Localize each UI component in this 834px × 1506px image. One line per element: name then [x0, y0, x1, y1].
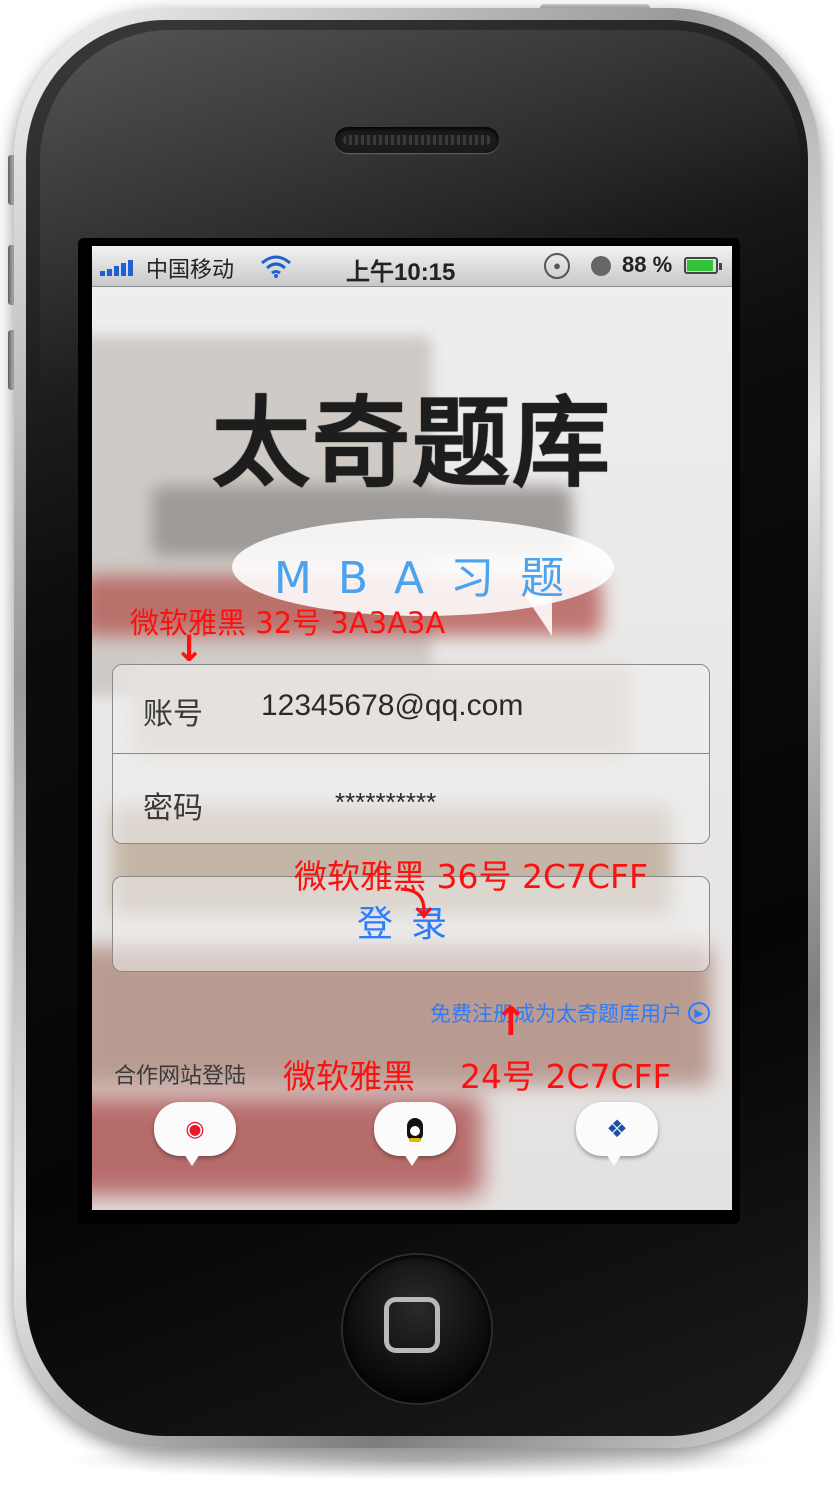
annotation-register-size: 24号 2C7CFF: [460, 1057, 672, 1096]
partner-login-label: 合作网站登陆: [114, 1064, 247, 1089]
alarm-clock-icon: [591, 256, 611, 276]
partner-logo-icon: ❖: [606, 1115, 628, 1143]
app-title: 太奇题库: [211, 387, 612, 501]
qq-login-button[interactable]: [374, 1102, 456, 1166]
annotation-arrow-curve: ⤵: [400, 885, 433, 923]
password-input[interactable]: **********: [335, 787, 655, 818]
speaker-grille: [343, 135, 491, 145]
app-subtitle: MBA习题: [273, 553, 591, 604]
qq-penguin-icon: [407, 1118, 423, 1142]
status-bar: 中国移动 上午10:15 ● 88 %: [92, 246, 732, 287]
weibo-icon: ◉: [185, 1116, 205, 1142]
chevron-right-icon: ▶: [688, 1002, 710, 1024]
earpiece-speaker: [335, 127, 499, 153]
battery-icon: [684, 257, 722, 274]
register-link[interactable]: 免费注册成为太奇题库用户 ▶: [430, 998, 710, 1028]
account-input[interactable]: 12345678@qq.com: [261, 689, 681, 723]
home-square-icon: [384, 1297, 440, 1353]
register-link-text[interactable]: 免费注册成为太奇题库用户: [430, 998, 682, 1028]
carrier-name: 中国移动: [146, 257, 235, 282]
account-label: 账号: [143, 697, 203, 732]
signal-bars-icon: [100, 260, 140, 276]
annotation-register-font: 微软雅黑: [283, 1057, 415, 1096]
weibo-login-button[interactable]: ◉: [154, 1102, 236, 1166]
password-label: 密码: [143, 791, 203, 826]
rotation-lock-icon: ●: [544, 253, 570, 279]
battery-fill: [687, 260, 714, 271]
partner-login-button[interactable]: ❖: [576, 1102, 658, 1166]
annotation-login-font: 微软雅黑 36号 2C7CFF: [294, 857, 649, 896]
form-divider: [113, 753, 709, 754]
annotation-arrow-down: ↓: [174, 629, 205, 670]
wifi-icon: [260, 254, 292, 278]
status-time: 上午10:15: [346, 259, 456, 286]
login-form: 账号 12345678@qq.com 密码 **********: [112, 664, 710, 844]
annotation-arrow-up: ↑: [494, 999, 528, 1045]
battery-percentage: 88 %: [622, 252, 673, 277]
